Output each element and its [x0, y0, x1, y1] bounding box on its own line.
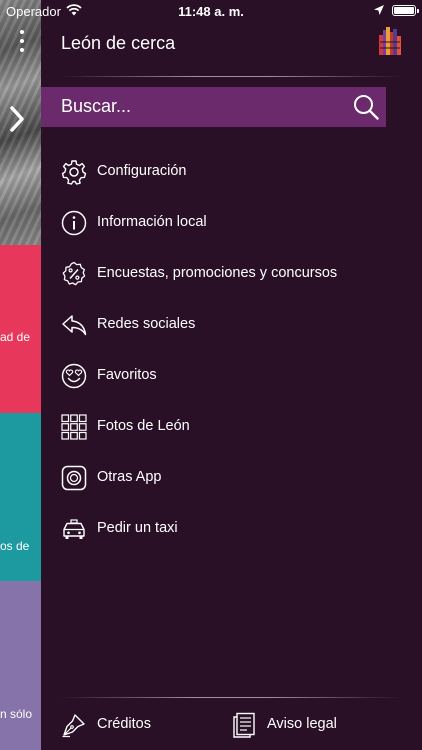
background-app: ad de os de n sólo — [0, 0, 41, 750]
search-input[interactable]: Buscar... — [61, 96, 131, 117]
footer-item-creditos[interactable]: Créditos — [61, 712, 201, 738]
menu-item-configuracion[interactable]: Configuración — [41, 146, 422, 197]
pen-nib-icon — [62, 714, 85, 738]
search-icon[interactable] — [353, 94, 379, 120]
menu-item-label: Pedir un taxi — [97, 520, 178, 536]
menu-item-pedir-un-taxi[interactable]: Pedir un taxi — [41, 503, 422, 554]
drawer-footer: Créditos Aviso legal — [41, 698, 422, 750]
menu-item-fotos-de-leon[interactable]: Fotos de León — [41, 401, 422, 452]
taxi-icon — [63, 519, 85, 539]
background-card-text: ad de — [0, 330, 31, 344]
search-bar[interactable]: Buscar... — [41, 87, 386, 127]
gear-icon — [61, 160, 87, 185]
reply-arrow-icon — [62, 315, 87, 336]
footer-item-aviso-legal[interactable]: Aviso legal — [231, 712, 381, 738]
navigation-drawer: León de cerca Buscar... Configuración In… — [41, 0, 422, 750]
menu-item-label: Redes sociales — [97, 316, 196, 332]
document-icon — [233, 712, 255, 738]
menu-item-label: Información local — [97, 214, 207, 230]
battery-icon — [392, 5, 419, 16]
location-arrow-icon — [374, 5, 384, 15]
footer-item-label: Aviso legal — [267, 716, 337, 732]
status-bar: Operador 11:48 a. m. — [0, 0, 422, 22]
menu-item-informacion-local[interactable]: Información local — [41, 197, 422, 248]
footer-item-label: Créditos — [97, 716, 151, 732]
chevron-right-icon[interactable] — [8, 105, 26, 133]
app-logo-icon — [379, 27, 401, 55]
menu-item-favoritos[interactable]: Favoritos — [41, 350, 422, 401]
header-divider — [61, 76, 401, 77]
menu-item-label: Encuestas, promociones y concursos — [97, 265, 338, 281]
background-card-teal[interactable]: os de — [0, 413, 41, 581]
menu-item-otras-app[interactable]: Otras App — [41, 452, 422, 503]
clock: 11:48 a. m. — [178, 4, 244, 19]
menu-item-label: Favoritos — [97, 367, 157, 383]
background-card-pink[interactable]: ad de — [0, 245, 41, 413]
menu-item-label: Fotos de León — [97, 418, 190, 434]
heart-eyes-icon — [61, 363, 87, 389]
menu-item-label: Otras App — [97, 469, 162, 485]
app-icon — [61, 465, 87, 491]
background-card-purple[interactable]: n sólo — [0, 581, 41, 750]
background-card-text: n sólo — [0, 707, 33, 721]
more-options-icon[interactable] — [20, 30, 24, 57]
grid-icon — [61, 414, 87, 440]
background-card-text: os de — [0, 539, 30, 553]
menu-item-encuestas[interactable]: Encuestas, promociones y concursos — [41, 248, 422, 299]
menu-item-label: Configuración — [97, 163, 187, 179]
info-icon — [61, 210, 87, 236]
percent-icon — [62, 261, 86, 286]
app-title: León de cerca — [61, 33, 176, 53]
menu-item-redes-sociales[interactable]: Redes sociales — [41, 299, 422, 350]
